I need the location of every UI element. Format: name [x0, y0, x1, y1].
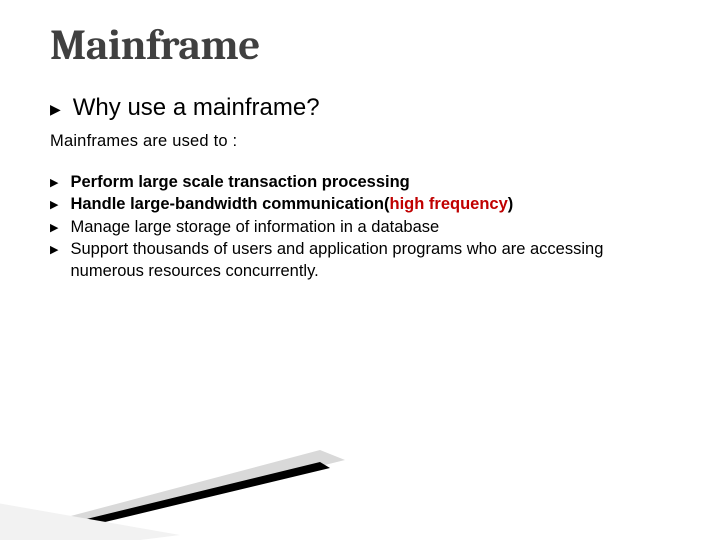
intro-text: Mainframes are used to : [50, 132, 670, 151]
slide-title: Mainframe [50, 20, 670, 70]
list-item: ▶ Support thousands of users and applica… [50, 238, 670, 283]
bullet-text: Handle large-bandwidth communication(hig… [70, 193, 670, 215]
bullet-suffix: ) [508, 195, 514, 213]
bullet-text: Perform large scale transaction processi… [70, 171, 670, 193]
list-item: ▶ Perform large scale transaction proces… [50, 171, 670, 193]
list-item: ▶ Manage large storage of information in… [50, 216, 670, 238]
decorative-wedge-icon [0, 430, 350, 540]
list-item: ▶ Handle large-bandwidth communication(h… [50, 193, 670, 215]
bullet-prefix: Handle large-bandwidth communication( [70, 195, 389, 213]
slide: Mainframe ▶ Why use a mainframe? Mainfra… [0, 0, 720, 540]
bullet-list: ▶ Perform large scale transaction proces… [50, 171, 670, 282]
subheading-text: Why use a mainframe? [73, 94, 320, 122]
bullet-highlight: high frequency [390, 195, 508, 213]
bullet-text: Manage large storage of information in a… [70, 216, 670, 238]
chevron-right-icon: ▶ [50, 243, 58, 258]
chevron-right-icon: ▶ [50, 198, 58, 213]
chevron-right-icon: ▶ [50, 101, 61, 118]
bullet-text: Support thousands of users and applicati… [70, 238, 670, 283]
subheading-row: ▶ Why use a mainframe? [50, 94, 670, 122]
chevron-right-icon: ▶ [50, 221, 58, 236]
chevron-right-icon: ▶ [50, 176, 58, 191]
